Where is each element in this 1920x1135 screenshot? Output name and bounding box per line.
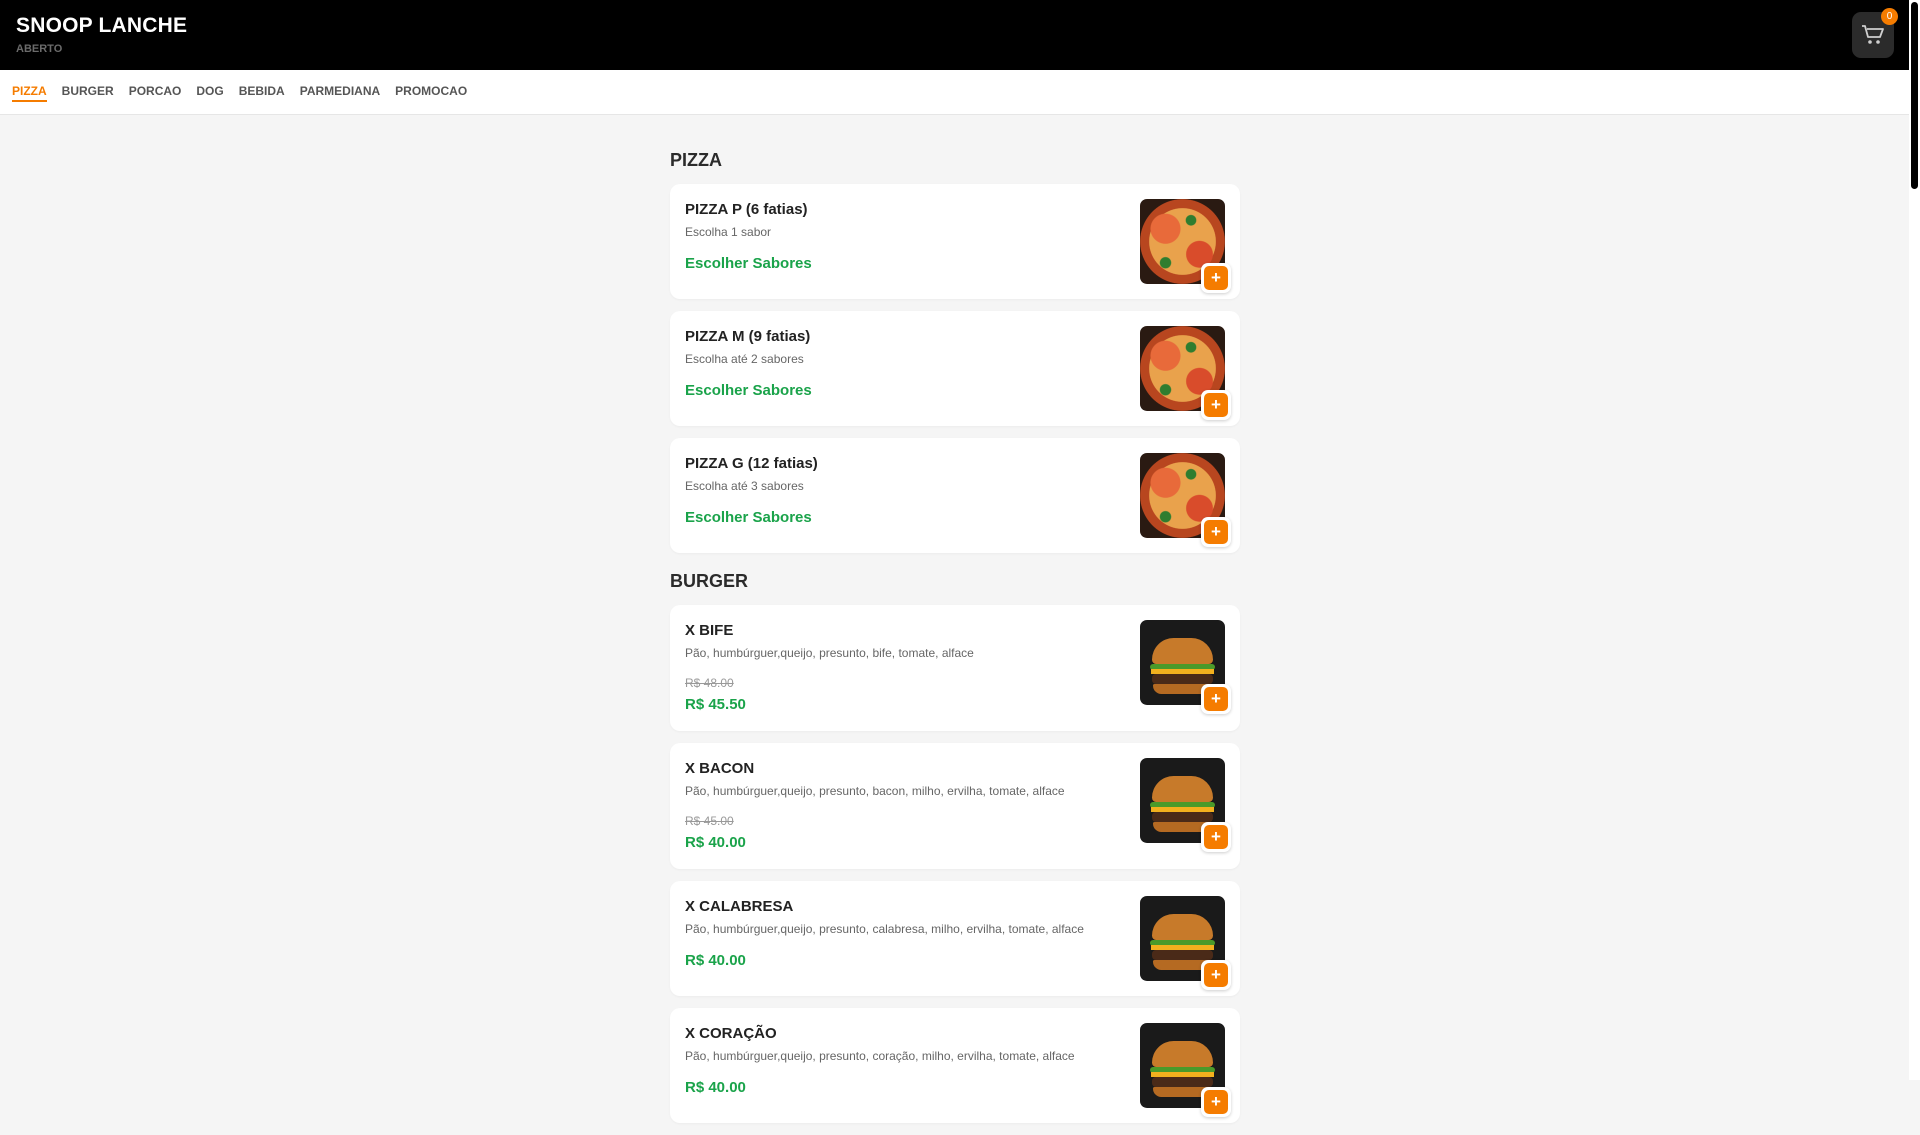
- tab-porcao[interactable]: PORCAO: [129, 84, 182, 102]
- add-to-cart-button[interactable]: +: [1201, 822, 1231, 852]
- store-name: SNOOP LANCHE: [16, 14, 188, 37]
- add-to-cart-button[interactable]: +: [1201, 684, 1231, 714]
- cart-icon: [1862, 25, 1884, 44]
- add-to-cart-button[interactable]: +: [1201, 960, 1231, 990]
- add-to-cart-button[interactable]: +: [1201, 263, 1231, 293]
- plus-icon: +: [1204, 825, 1228, 849]
- page-scrollbar[interactable]: [1909, 0, 1920, 1080]
- product-description: Pão, humbúrguer,queijo, presunto, coraçã…: [685, 1049, 1075, 1063]
- section-title-burger: BURGER: [670, 571, 749, 591]
- store-status: ABERTO: [16, 43, 63, 55]
- tab-pizza[interactable]: PIZZA: [12, 84, 47, 102]
- choose-flavors-link[interactable]: Escolher Sabores: [685, 509, 812, 526]
- plus-icon: +: [1204, 1090, 1228, 1114]
- product-description: Escolha 1 sabor: [685, 225, 772, 239]
- product-card[interactable]: X CORAÇÃO Pão, humbúrguer,queijo, presun…: [670, 1008, 1240, 1123]
- product-description: Pão, humbúrguer,queijo, presunto, bacon,…: [685, 784, 1065, 798]
- add-to-cart-button[interactable]: +: [1201, 517, 1231, 547]
- product-description: Escolha até 2 sabores: [685, 352, 804, 366]
- tab-promocao[interactable]: PROMOCAO: [395, 84, 467, 102]
- add-to-cart-button[interactable]: +: [1201, 390, 1231, 420]
- tab-parmediana[interactable]: PARMEDIANA: [300, 84, 380, 102]
- scrollbar-thumb[interactable]: [1911, 2, 1918, 189]
- cart-count-badge: 0: [1881, 8, 1898, 25]
- product-card[interactable]: X CALABRESA Pão, humbúrguer,queijo, pres…: [670, 881, 1240, 996]
- product-description: Pão, humbúrguer,queijo, presunto, calabr…: [685, 922, 1084, 936]
- plus-icon: +: [1204, 520, 1228, 544]
- plus-icon: +: [1204, 963, 1228, 987]
- plus-icon: +: [1204, 393, 1228, 417]
- add-to-cart-button[interactable]: +: [1201, 1087, 1231, 1117]
- menu-content: PIZZA PIZZA P (6 fatias) Escolha 1 sabor…: [670, 114, 1240, 1135]
- product-card[interactable]: PIZZA P (6 fatias) Escolha 1 sabor Escol…: [670, 184, 1240, 299]
- product-description: Escolha até 3 sabores: [685, 479, 804, 493]
- category-nav: PIZZA BURGER PORCAO DOG BEBIDA PARMEDIAN…: [0, 70, 1909, 115]
- plus-icon: +: [1204, 687, 1228, 711]
- choose-flavors-link[interactable]: Escolher Sabores: [685, 382, 812, 399]
- cart-button[interactable]: 0: [1852, 8, 1898, 58]
- tab-bebida[interactable]: BEBIDA: [239, 84, 285, 102]
- product-card[interactable]: PIZZA G (12 fatias) Escolha até 3 sabore…: [670, 438, 1240, 553]
- plus-icon: +: [1204, 266, 1228, 290]
- brand: SNOOP LANCHE ABERTO: [16, 14, 187, 55]
- product-card[interactable]: X BIFE Pão, humbúrguer,queijo, presunto,…: [670, 605, 1240, 731]
- tab-dog[interactable]: DOG: [196, 84, 223, 102]
- section-title-pizza: PIZZA: [670, 150, 722, 170]
- choose-flavors-link[interactable]: Escolher Sabores: [685, 255, 812, 272]
- tab-burger[interactable]: BURGER: [62, 84, 114, 102]
- product-card[interactable]: PIZZA M (9 fatias) Escolha até 2 sabores…: [670, 311, 1240, 426]
- product-card[interactable]: X BACON Pão, humbúrguer,queijo, presunto…: [670, 743, 1240, 869]
- product-description: Pão, humbúrguer,queijo, presunto, bife, …: [685, 646, 974, 660]
- top-bar: SNOOP LANCHE ABERTO 0: [0, 0, 1909, 70]
